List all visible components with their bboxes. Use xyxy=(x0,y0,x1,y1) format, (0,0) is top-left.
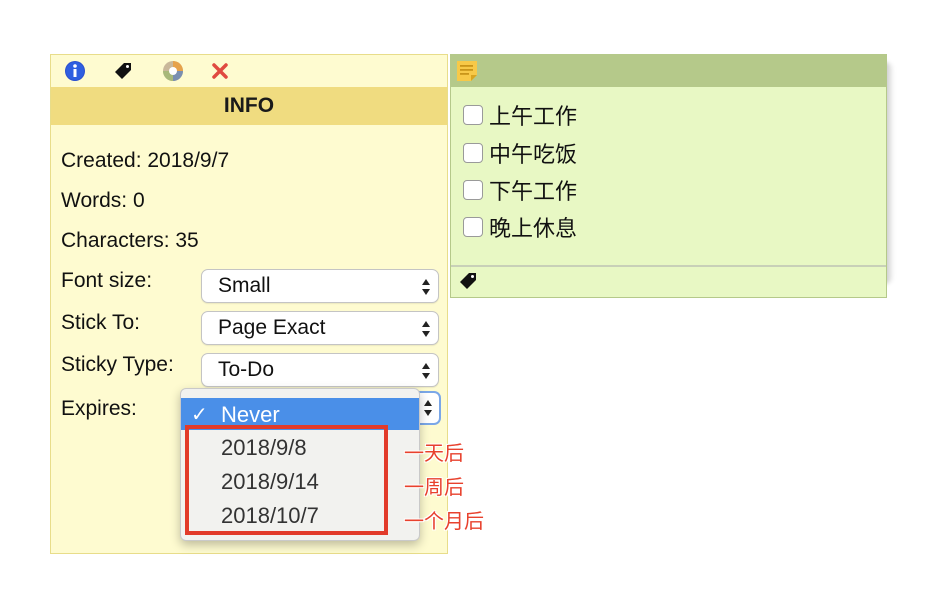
info-toolbar xyxy=(51,55,447,87)
sticky-type-select[interactable]: To-Do xyxy=(201,353,439,387)
todo-label: 上午工作 xyxy=(489,105,578,130)
expires-select[interactable] xyxy=(419,391,441,425)
font-size-label: Font size: xyxy=(61,269,153,292)
select-arrows-icon xyxy=(422,363,430,379)
annotation-one-month: 一个月后 xyxy=(404,509,484,533)
close-icon[interactable] xyxy=(208,59,232,83)
todo-checkbox[interactable] xyxy=(463,105,483,125)
annotation-one-day: 一天后 xyxy=(404,441,464,465)
color-wheel-icon[interactable] xyxy=(161,59,185,83)
font-size-value: Small xyxy=(218,274,271,297)
select-arrows-icon xyxy=(424,400,432,416)
note-icon[interactable] xyxy=(455,59,479,83)
select-arrows-icon xyxy=(422,321,430,337)
stick-to-label: Stick To: xyxy=(61,311,140,334)
stick-to-select[interactable]: Page Exact xyxy=(201,311,439,345)
expires-label: Expires: xyxy=(61,397,137,420)
info-header: INFO xyxy=(51,87,447,125)
screen: INFO Created: 2018/9/7 Words: 0 Characte… xyxy=(0,0,942,604)
sticky-header[interactable] xyxy=(451,55,886,87)
todo-item[interactable]: 下午工作 xyxy=(463,174,577,206)
word-count: Words: 0 xyxy=(61,189,145,212)
tag-icon[interactable] xyxy=(457,270,479,292)
sticky-type-label: Sticky Type: xyxy=(61,353,174,376)
tag-icon[interactable] xyxy=(111,59,135,83)
sticky-footer xyxy=(451,265,886,297)
todo-item[interactable]: 晚上休息 xyxy=(463,211,577,243)
todo-label: 下午工作 xyxy=(489,180,578,205)
todo-item[interactable]: 上午工作 xyxy=(463,99,577,131)
checkmark-icon: ✓ xyxy=(191,404,208,426)
todo-checkbox[interactable] xyxy=(463,180,483,200)
character-count: Characters: 35 xyxy=(61,229,199,252)
highlight-box xyxy=(185,425,388,535)
annotation-one-week: 一周后 xyxy=(404,475,464,499)
todo-checkbox[interactable] xyxy=(463,217,483,237)
stick-to-value: Page Exact xyxy=(218,316,326,339)
created-date: Created: 2018/9/7 xyxy=(61,149,230,172)
select-arrows-icon xyxy=(422,279,430,295)
font-size-select[interactable]: Small xyxy=(201,269,439,303)
sticky-note: 上午工作 中午吃饭 下午工作 晚上休息 xyxy=(450,54,887,298)
sticky-type-value: To-Do xyxy=(218,358,275,381)
todo-checkbox[interactable] xyxy=(463,143,483,163)
info-icon[interactable] xyxy=(63,59,87,83)
todo-label: 晚上休息 xyxy=(489,217,578,242)
todo-item[interactable]: 中午吃饭 xyxy=(463,137,577,169)
todo-label: 中午吃饭 xyxy=(489,143,578,168)
